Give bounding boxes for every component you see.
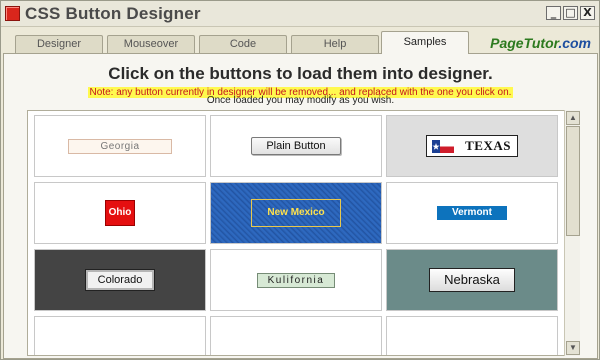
sample-button-ohio[interactable]: Ohio (105, 200, 135, 226)
app-window: CSS Button Designer _ □ X Designer Mouse… (0, 0, 600, 360)
sample-button-new-mexico[interactable]: New Mexico (251, 199, 341, 227)
texas-flag-icon (432, 140, 454, 153)
sample-cell-partial-2[interactable] (210, 316, 382, 355)
sample-grid: Georgia Plain Button TEXAS Ohio New Mexi… (27, 110, 580, 356)
tab-designer[interactable]: Designer (15, 35, 103, 53)
samples-panel: Click on the buttons to load them into d… (3, 53, 598, 359)
app-icon (5, 6, 20, 21)
vertical-scrollbar[interactable]: ▲ ▼ (564, 110, 580, 356)
window-title: CSS Button Designer (25, 4, 201, 23)
scroll-down-arrow-icon[interactable]: ▼ (566, 341, 580, 355)
sample-cell-ohio[interactable]: Ohio (34, 182, 206, 244)
minimize-button[interactable]: _ (546, 6, 561, 20)
tab-bar: Designer Mouseover Code Help Samples Pag… (1, 31, 599, 54)
sample-button-nebraska[interactable]: Nebraska (429, 268, 515, 292)
sample-cell-texas[interactable]: TEXAS (386, 115, 558, 177)
sample-cell-colorado[interactable]: Colorado (34, 249, 206, 311)
maximize-button[interactable]: □ (563, 6, 578, 20)
page-heading: Click on the buttons to load them into d… (108, 64, 493, 83)
brand-suffix: .com (558, 35, 591, 51)
sample-cell-kulifornia[interactable]: Kulifornia (210, 249, 382, 311)
tab-help[interactable]: Help (291, 35, 379, 53)
tab-code[interactable]: Code (199, 35, 287, 53)
sample-cell-plain-button[interactable]: Plain Button (210, 115, 382, 177)
sample-cell-partial-3[interactable] (386, 316, 558, 355)
sample-button-vermont[interactable]: Vermont (437, 206, 507, 220)
brand-logo[interactable]: PageTutor.com (490, 35, 591, 51)
scrollbar-thumb[interactable] (566, 126, 580, 236)
close-button[interactable]: X (580, 6, 595, 20)
sample-button-kulifornia[interactable]: Kulifornia (257, 272, 335, 288)
window-controls: _ □ X (546, 6, 595, 20)
sample-button-texas[interactable]: TEXAS (426, 135, 518, 157)
scroll-up-arrow-icon[interactable]: ▲ (566, 111, 580, 125)
sample-cell-new-mexico[interactable]: New Mexico (210, 182, 382, 244)
sample-cell-nebraska[interactable]: Nebraska (386, 249, 558, 311)
sample-cell-georgia[interactable]: Georgia (34, 115, 206, 177)
sample-button-georgia[interactable]: Georgia (68, 138, 172, 154)
sample-cell-vermont[interactable]: Vermont (386, 182, 558, 244)
title-bar: CSS Button Designer _ □ X (1, 1, 599, 27)
tab-mouseover[interactable]: Mouseover (107, 35, 195, 53)
instruction-text: Once loaded you may modify as you wish. (206, 95, 395, 106)
tab-samples[interactable]: Samples (381, 31, 469, 54)
brand-name: PageTutor (490, 35, 559, 51)
sample-button-plain[interactable]: Plain Button (251, 137, 341, 155)
sample-button-colorado[interactable]: Colorado (85, 269, 155, 291)
texas-label: TEXAS (465, 138, 511, 153)
sample-cell-partial-1[interactable] (34, 316, 206, 355)
